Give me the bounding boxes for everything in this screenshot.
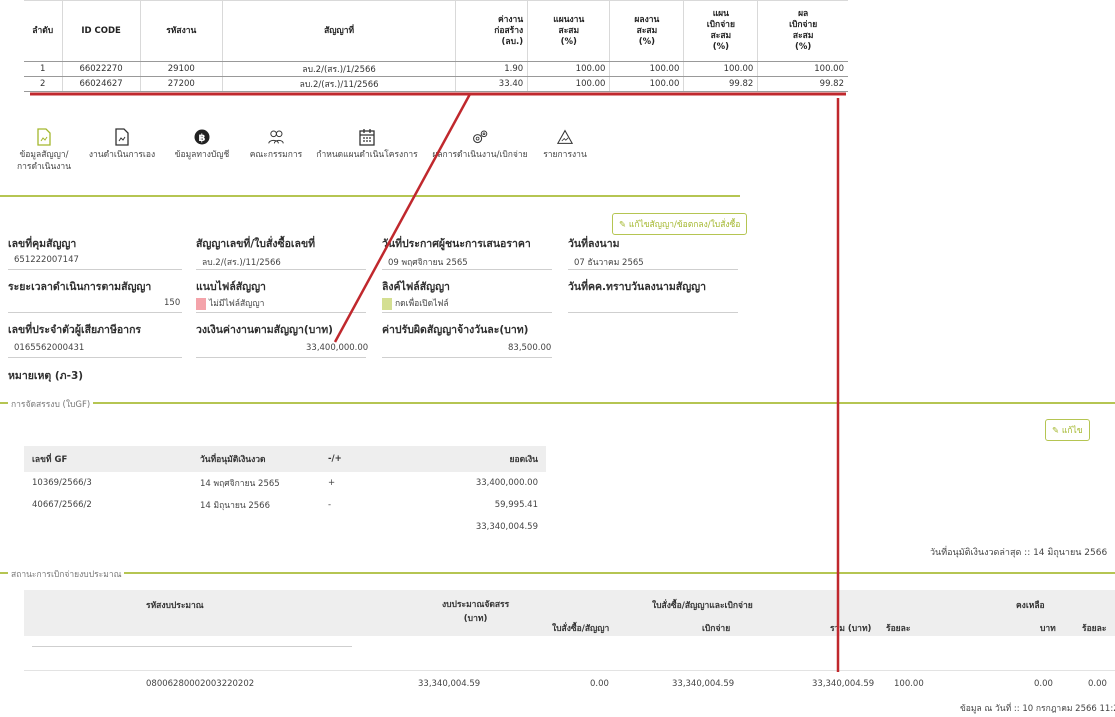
document-icon (115, 128, 129, 146)
field-label: เลขที่ประจำตัวผู้เสียภาษีอากร (8, 324, 142, 336)
divider (8, 269, 182, 270)
bitcoin-icon: ฿ (194, 129, 210, 145)
divider (8, 357, 182, 358)
tab-self-operation[interactable]: งานดำเนินการเอง (84, 128, 160, 161)
gears-icon (473, 130, 488, 144)
divider (568, 312, 738, 313)
field-label: วันที่ลงนาม (568, 238, 620, 250)
summary-table: ลำดับ ID CODE รหัสงาน สัญญาที่ ค่างาน ก่อ… (24, 0, 848, 92)
tab-project-plan[interactable]: กำหนดแผนดำเนินโครงการ (312, 128, 422, 161)
tax-id: 0165562000431 (14, 343, 85, 353)
field-label: ลิงค์ไฟล์สัญญา (382, 281, 450, 293)
tab-contract-info[interactable]: ข้อมูลสัญญา/ การดำเนินงาน (8, 128, 80, 173)
section-title: สถานะการเบิกจ่ายงบประมาณ (8, 567, 125, 581)
gf-edit-button[interactable]: ✎ แก้ไข (1045, 419, 1090, 441)
gf-link[interactable]: 10369/2566/3 (24, 472, 192, 494)
section-title: การจัดสรรงบ (ใบGF) (8, 397, 94, 411)
col-header: ผล เบิกจ่าย สะสม (%) (757, 0, 848, 62)
sign-date: 07 ธันวาคม 2565 (574, 258, 644, 268)
divider (8, 312, 182, 313)
open-file-link[interactable]: กดเพื่อเปิดไฟล์ (382, 296, 449, 310)
announce-date: 09 พฤศจิกายน 2565 (388, 258, 468, 268)
latest-approval-date: วันที่อนุมัติเงินงวดล่าสุด :: 14 มิถุนาย… (930, 548, 1108, 558)
field-label: สัญญาเลขที่/ใบสั่งซื้อเลขที่ (196, 238, 316, 250)
edit-icon: ✎ (1052, 426, 1062, 436)
contract-amount: 33,400,000.00 (306, 343, 369, 353)
divider (0, 402, 1115, 404)
table-row: 2 66024627 27200 ลบ.2/(สร.)/11/2566 33.4… (24, 76, 848, 92)
table-row: 33,340,004.59 (24, 516, 546, 538)
table-row: 1 66022270 29100 ลบ.2/(สร.)/1/2566 1.90 … (24, 61, 848, 77)
divider (196, 269, 366, 270)
gf-total: 33,340,004.59 (475, 522, 538, 532)
budget-allocated: 33,340,004.59 (418, 679, 481, 689)
col-header: ค่างาน ก่อสร้าง (ลบ.) (455, 0, 529, 62)
divider (382, 312, 552, 313)
divider (196, 357, 366, 358)
penalty-amount: 83,500.00 (508, 343, 552, 353)
duration-days: 150 (164, 298, 181, 308)
gf-link[interactable]: 40667/2566/2 (24, 494, 192, 516)
divider (24, 670, 1115, 671)
col-header: รหัสงาน (140, 0, 223, 62)
field-label: วันที่ประกาศผู้ชนะการเสนอราคา (382, 238, 531, 250)
col-header: ลำดับ (24, 0, 63, 62)
table-row: 10369/2566/3 14 พฤศจิกายน 2565 + 33,400,… (24, 472, 546, 494)
tab-work-items[interactable]: รายการงาน (536, 128, 594, 161)
divider (382, 269, 552, 270)
table-row: 40667/2566/2 14 มิถุนายน 2566 - 59,995.4… (24, 494, 546, 516)
divider (0, 195, 740, 197)
col-header: แผน เบิกจ่าย สะสม (%) (683, 0, 759, 62)
control-number: 651222007147 (14, 255, 79, 265)
divider (568, 269, 738, 270)
gf-table: เลขที่ GF วันที่อนุมัติเงินงวด -/+ ยอดเง… (24, 446, 546, 538)
users-icon (268, 130, 284, 144)
contract-number: ลบ.2/(สร.)/11/2566 (202, 258, 281, 268)
edit-icon: ✎ (619, 220, 629, 230)
tab-performance[interactable]: ผลการดำเนินงาน/เบิกจ่าย (428, 128, 532, 161)
edit-contract-button[interactable]: ✎ แก้ไขสัญญา/ข้อตกลง/ใบสั่งซื้อ (612, 213, 748, 235)
field-label: เลขที่คุมสัญญา (8, 238, 77, 250)
tab-accounting[interactable]: ฿ ข้อมูลทางบัญชี (166, 128, 238, 161)
col-header: ผลงาน สะสม (%) (609, 0, 685, 62)
col-header: แผนงาน สะสม (%) (527, 0, 611, 62)
divider (32, 646, 352, 647)
note-label: หมายเหตุ (ภ-3) (8, 370, 84, 382)
field-label: ระยะเวลาดำเนินการตามสัญญา (8, 281, 152, 293)
pdf-icon (196, 297, 206, 310)
field-label: วันที่คค.ทราบวันลงนามสัญญา (568, 281, 706, 293)
col-header: สัญญาที่ (222, 0, 457, 62)
field-label: ค่าปรับผิดสัญญาจ้างวันละ(บาท) (382, 324, 529, 336)
warning-icon (557, 129, 573, 144)
data-timestamp: ข้อมูล ณ วันที่ :: 10 กรกฎาคม 2566 11:21… (960, 704, 1115, 714)
tab-committee[interactable]: คณะกรรมการ (244, 128, 308, 161)
document-icon (37, 128, 51, 146)
field-label: วงเงินค่างานตามสัญญา(บาท) (196, 324, 333, 336)
col-header: ID CODE (62, 0, 141, 62)
field-label: แนบไฟล์สัญญา (196, 281, 266, 293)
calendar-icon (359, 129, 375, 146)
budget-code: 08006280002003220202 (146, 679, 255, 689)
divider (382, 357, 552, 358)
divider (0, 572, 1115, 574)
attach-file-link[interactable]: ไม่มีไฟล์สัญญา (196, 296, 264, 310)
svg-text:฿: ฿ (199, 133, 206, 144)
divider (196, 312, 366, 313)
image-file-icon (382, 297, 392, 310)
